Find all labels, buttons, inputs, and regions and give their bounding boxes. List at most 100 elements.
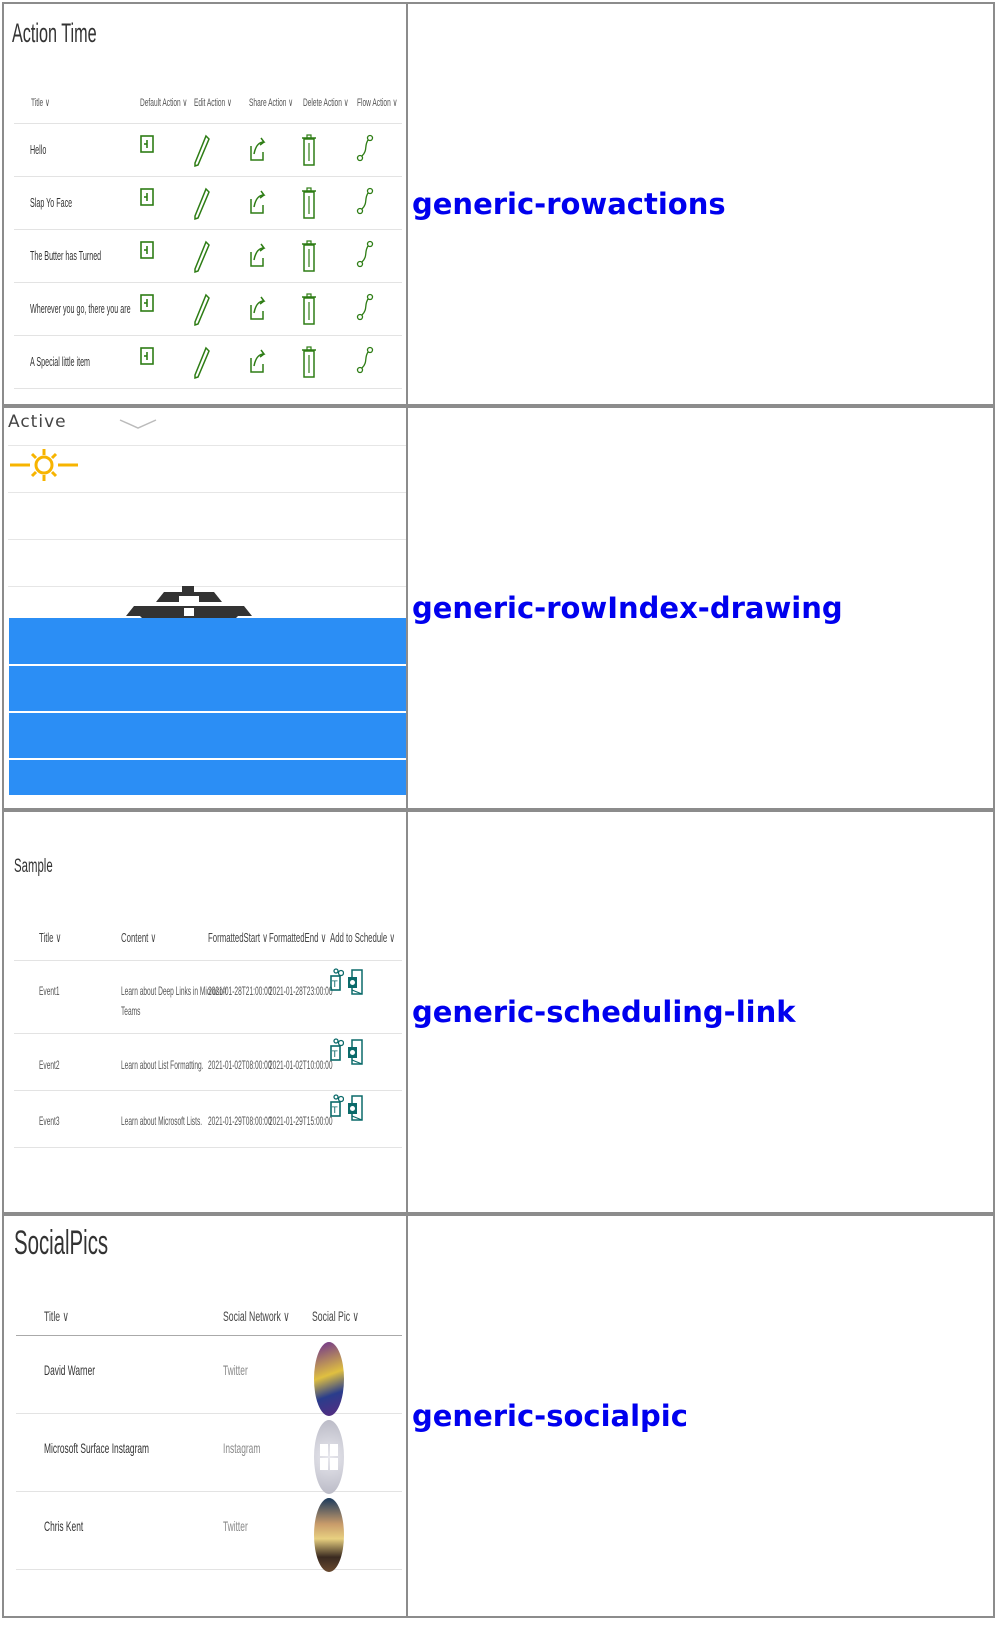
highlighted-row	[9, 666, 406, 711]
socialpic-screenshot: SocialPics Title ∨ Social Network ∨ Soci…	[2, 1214, 408, 1618]
divider	[8, 445, 406, 446]
divider	[14, 960, 402, 961]
event-end: 2021-01-02T10:00:00	[269, 1058, 333, 1072]
sample-link-rowactions[interactable]: generic-rowactions	[412, 187, 726, 221]
divider	[14, 1090, 402, 1091]
event-start: 2021-01-29T08:00:00	[208, 1114, 272, 1128]
divider	[16, 1569, 402, 1570]
default-action-icon[interactable]	[140, 293, 154, 318]
column-header-social-network[interactable]: Social Network ∨	[223, 1308, 290, 1325]
outlook-icon[interactable]	[347, 968, 363, 1003]
teams-icon[interactable]: T	[330, 1094, 345, 1129]
event-title: Event2	[39, 1058, 60, 1072]
sample-link-rowindex-drawing[interactable]: generic-rowIndex-drawing	[412, 591, 843, 625]
panel-title: SocialPics	[14, 1224, 109, 1262]
outlook-icon[interactable]	[347, 1038, 363, 1073]
column-header-default-action[interactable]: Default Action ∨	[140, 96, 187, 109]
delete-icon[interactable]	[302, 187, 316, 224]
social-network: Twitter	[223, 1362, 248, 1378]
svg-text:T: T	[331, 980, 338, 990]
divider	[14, 176, 402, 177]
highlighted-row	[9, 713, 406, 758]
divider	[14, 282, 402, 283]
column-header-share-action[interactable]: Share Action ∨	[249, 96, 293, 109]
sun-icon	[10, 449, 78, 481]
list-item-title: Hello	[30, 142, 47, 157]
event-end: 2021-01-29T15:00:00	[269, 1114, 333, 1128]
list-item-title: Slap Yo Face	[30, 195, 73, 210]
delete-icon[interactable]	[302, 240, 316, 277]
column-header-title[interactable]: Title ∨	[44, 1308, 69, 1325]
windows-logo-icon	[320, 1444, 338, 1470]
event-content: Teams	[121, 1004, 141, 1018]
list-item-title: A Special little item	[30, 354, 91, 369]
edit-icon[interactable]	[194, 240, 210, 279]
divider	[14, 123, 402, 124]
flow-icon[interactable]	[356, 293, 374, 326]
flow-icon[interactable]	[356, 187, 374, 220]
rowindex-drawing-screenshot: Active	[2, 406, 408, 810]
edit-icon[interactable]	[194, 346, 210, 385]
default-action-icon[interactable]	[140, 346, 154, 371]
edit-icon[interactable]	[194, 134, 210, 173]
divider	[14, 229, 402, 230]
column-header-title[interactable]: Title ∨	[31, 96, 50, 109]
column-header-title[interactable]: Title ∨	[39, 930, 61, 946]
divider	[14, 335, 402, 336]
column-header-content[interactable]: Content ∨	[121, 930, 156, 946]
sample-link-socialpic[interactable]: generic-socialpic	[412, 1399, 688, 1433]
event-content: Learn about Microsoft Lists.	[121, 1114, 203, 1128]
column-header-edit-action[interactable]: Edit Action ∨	[194, 96, 232, 109]
delete-icon[interactable]	[302, 134, 316, 171]
delete-icon[interactable]	[302, 346, 316, 383]
chevron-down-icon[interactable]	[118, 418, 158, 430]
divider	[16, 1491, 402, 1492]
share-icon[interactable]	[248, 293, 266, 326]
teams-icon[interactable]: T	[330, 1038, 345, 1073]
divider	[8, 492, 406, 493]
flow-icon[interactable]	[356, 346, 374, 379]
sample-label-cell: generic-rowIndex-drawing	[408, 406, 995, 810]
column-header-active[interactable]: Active	[8, 412, 67, 432]
teams-icon[interactable]: T	[330, 968, 345, 1003]
highlighted-row	[9, 760, 406, 795]
edit-icon[interactable]	[194, 187, 210, 226]
default-action-icon[interactable]	[140, 240, 154, 265]
share-icon[interactable]	[248, 240, 266, 273]
column-header-flow-action[interactable]: Flow Action ∨	[357, 96, 397, 109]
column-header-formatted-start[interactable]: FormattedStart ∨	[208, 930, 268, 946]
sample-label-cell: generic-rowactions	[408, 2, 995, 406]
event-end: 2021-01-28T23:00:00	[269, 984, 333, 998]
list-item-title: The Butter has Turned	[30, 248, 102, 263]
delete-icon[interactable]	[302, 293, 316, 330]
divider	[16, 1413, 402, 1414]
outlook-icon[interactable]	[347, 1094, 363, 1129]
person-name: Microsoft Surface Instagram	[44, 1440, 150, 1456]
sample-label-cell: generic-scheduling-link	[408, 810, 995, 1214]
event-start: 2021-01-02T08:00:00	[208, 1058, 272, 1072]
samples-table: Action Time Title ∨ Default Action ∨ Edi…	[0, 0, 997, 1634]
column-header-formatted-end[interactable]: FormattedEnd ∨	[269, 930, 326, 946]
avatar[interactable]	[314, 1342, 344, 1416]
default-action-icon[interactable]	[140, 187, 154, 212]
flow-icon[interactable]	[356, 134, 374, 167]
event-start: 2021-01-28T21:00:00	[208, 984, 272, 998]
share-icon[interactable]	[248, 346, 266, 379]
social-network: Instagram	[223, 1440, 261, 1456]
column-header-delete-action[interactable]: Delete Action ∨	[303, 96, 349, 109]
avatar[interactable]	[314, 1498, 344, 1572]
avatar[interactable]	[314, 1420, 344, 1494]
sample-link-scheduling-link[interactable]: generic-scheduling-link	[412, 995, 796, 1029]
column-header-add-to-schedule[interactable]: Add to Schedule ∨	[330, 930, 395, 946]
flow-icon[interactable]	[356, 240, 374, 273]
column-header-social-pic[interactable]: Social Pic ∨	[312, 1308, 359, 1325]
divider	[14, 1033, 402, 1034]
divider	[14, 388, 402, 389]
default-action-icon[interactable]	[140, 134, 154, 159]
edit-icon[interactable]	[194, 293, 210, 332]
divider	[16, 1335, 402, 1336]
share-icon[interactable]	[248, 134, 266, 167]
share-icon[interactable]	[248, 187, 266, 220]
list-item-title: Wherever you go, there you are	[30, 301, 131, 316]
social-network: Twitter	[223, 1518, 248, 1534]
